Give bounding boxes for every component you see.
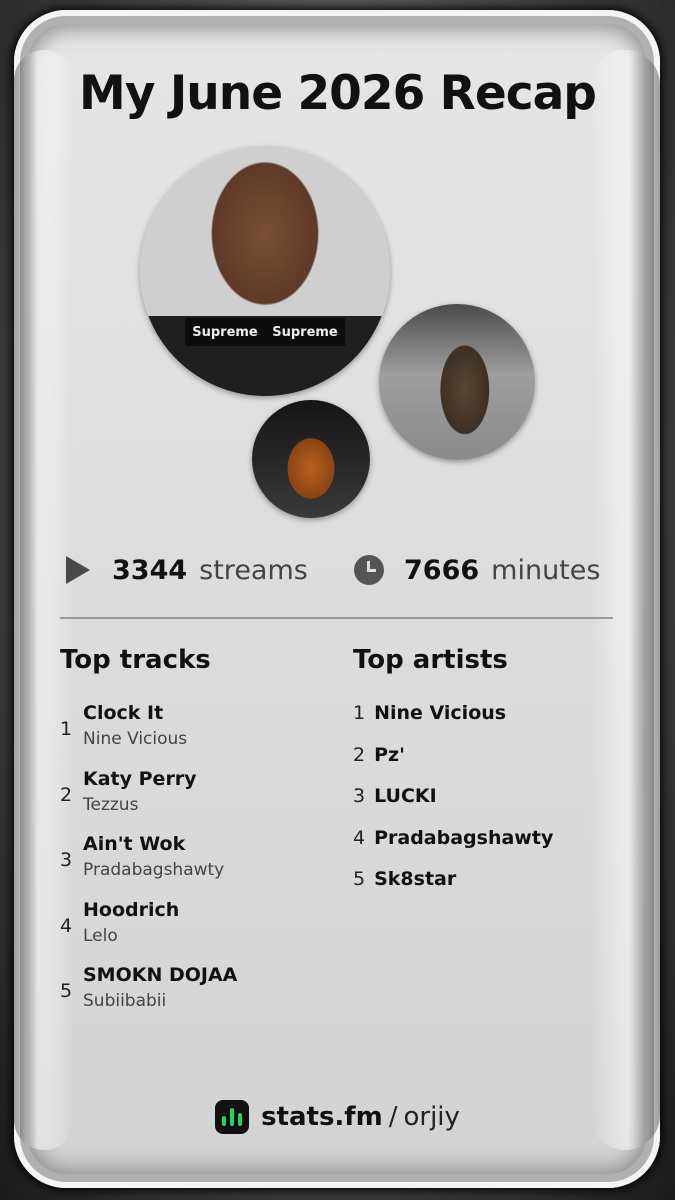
top-artists-list: 1 Nine Vicious 2 Pz' 3 LUCKI 4 Pradabags…: [353, 702, 623, 910]
minutes-stat: 7666 minutes: [354, 551, 600, 589]
artist-item[interactable]: 3 LUCKI: [353, 785, 623, 827]
username: orjiy: [403, 1102, 460, 1132]
track-name: Katy Perry: [83, 767, 197, 790]
track-rank: 2: [60, 783, 73, 806]
artist-rank: 1: [353, 702, 366, 724]
artist-item[interactable]: 5 Sk8star: [353, 868, 623, 910]
top-artist-photo-3: [252, 400, 370, 518]
play-icon: [66, 556, 90, 584]
artist-rank: 3: [353, 785, 366, 807]
divider: [60, 617, 613, 619]
artist-name: Sk8star: [374, 868, 457, 890]
logo-bar: [222, 1116, 227, 1126]
clock-icon: [354, 555, 384, 585]
artist-name: Pradabagshawty: [374, 826, 554, 849]
track-name: Hoodrich: [83, 898, 180, 921]
streams-label: streams: [199, 554, 308, 586]
artist-name: Pz': [374, 743, 405, 766]
logo-bar: [230, 1108, 235, 1126]
track-rank: 3: [60, 849, 73, 871]
track-rank: 1: [60, 718, 73, 740]
track-item[interactable]: 5 SMOKN DOJAA Subiibabii: [60, 964, 340, 1030]
minutes-count: 7666: [404, 554, 480, 586]
top-tracks-heading: Top tracks: [60, 645, 211, 675]
artist-item[interactable]: 1 Nine Vicious: [353, 702, 623, 744]
track-artist: Subiibabii: [83, 991, 167, 1011]
logo-bar: [238, 1113, 243, 1126]
top-tracks-list: 1 Clock It Nine Vicious 2 Katy Perry Tez…: [60, 702, 340, 1030]
top-artist-photo-1: Supreme Supreme: [140, 146, 390, 396]
waistband: Supreme Supreme: [185, 318, 345, 346]
track-item[interactable]: 4 Hoodrich Lelo: [60, 899, 340, 965]
track-artist: Nine Vicious: [83, 729, 188, 749]
glass-sheen-right: [590, 50, 660, 1150]
artist-item[interactable]: 2 Pz': [353, 744, 623, 786]
streams-stat: 3344 streams: [66, 551, 308, 589]
top-artist-photo-2: [379, 304, 535, 460]
brand-separator: /: [388, 1102, 398, 1132]
footer-branding[interactable]: stats.fm / orjiy: [0, 1097, 675, 1137]
artist-rank: 5: [353, 868, 366, 890]
track-rank: 5: [60, 980, 73, 1002]
artist-rank: 4: [353, 826, 366, 849]
track-artist: Pradabagshawty: [83, 860, 225, 880]
track-name: Clock It: [83, 702, 164, 724]
artist-item[interactable]: 4 Pradabagshawty: [353, 827, 623, 869]
track-rank: 4: [60, 914, 73, 937]
waistband-logo-right: Supreme: [272, 324, 338, 340]
track-artist: Lelo: [83, 925, 118, 946]
artist-name: LUCKI: [374, 785, 437, 807]
streams-count: 3344: [112, 554, 188, 586]
track-name: SMOKN DOJAA: [83, 964, 238, 986]
stats-fm-logo-icon: [215, 1100, 250, 1134]
track-name: Ain't Wok: [83, 833, 186, 855]
page-title: My June 2026 Recap: [79, 66, 597, 121]
top-artists-heading: Top artists: [353, 645, 508, 675]
waistband-logo-left: Supreme: [192, 324, 258, 340]
track-artist: Tezzus: [83, 794, 139, 815]
track-item[interactable]: 3 Ain't Wok Pradabagshawty: [60, 833, 340, 899]
track-item[interactable]: 1 Clock It Nine Vicious: [60, 702, 340, 768]
track-item[interactable]: 2 Katy Perry Tezzus: [60, 768, 340, 834]
brand-name: stats.fm: [261, 1102, 383, 1132]
minutes-label: minutes: [491, 554, 601, 586]
artist-rank: 2: [353, 743, 366, 766]
artist-name: Nine Vicious: [374, 702, 507, 724]
